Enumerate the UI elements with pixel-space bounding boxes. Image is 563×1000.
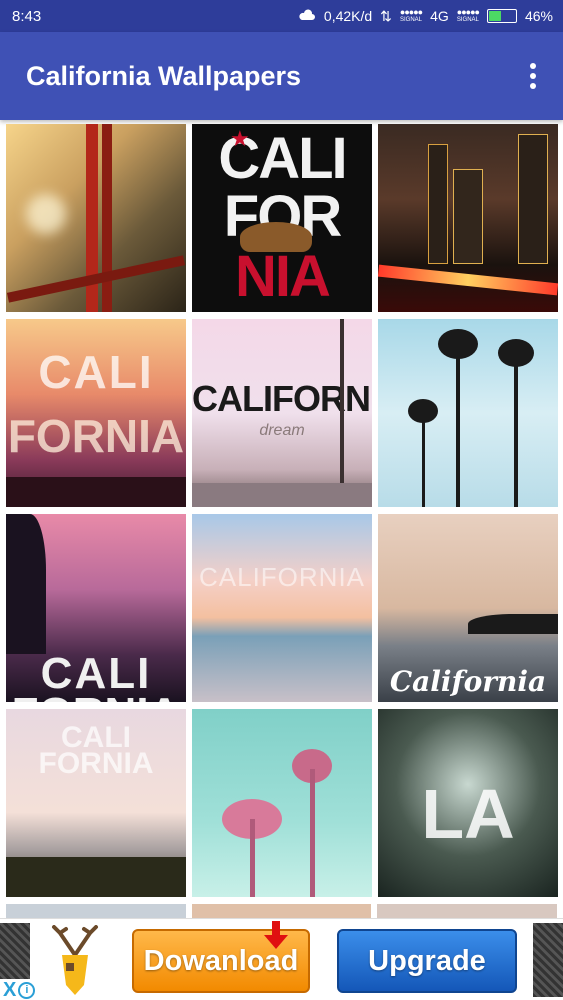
wallpaper-tile-cali-fornia-sunset-palms[interactable]: CALI FORNIA <box>6 319 186 507</box>
wallpaper-tile-la-palm-leaves[interactable]: LA <box>378 709 558 897</box>
grid-next-row-partial <box>6 904 558 918</box>
wallpaper-tile-partial[interactable] <box>6 904 186 918</box>
tile-text-fornia: FORNIA <box>6 692 186 703</box>
status-time: 8:43 <box>12 7 42 25</box>
skyscraper <box>453 169 483 264</box>
light-flare <box>26 194 66 234</box>
tile-text-fornia: FORNIA <box>38 747 154 780</box>
data-transfer-icon: ⇅ <box>380 7 392 24</box>
coastline <box>468 614 558 634</box>
traffic-light-trails <box>378 264 558 296</box>
status-icons: 0,42K/d ⇅ ●●●●● SIGNAL 4G ●●●●● SIGNAL 46% <box>298 8 553 25</box>
ad-banner: Dowanload Upgrade X i <box>0 918 563 1000</box>
skyscraper <box>518 134 548 264</box>
palm-trunk <box>310 769 315 897</box>
palm-trunk <box>422 415 425 507</box>
wallpaper-tile-cali-fornia-purple-palms[interactable]: CALI FORNIA <box>6 514 186 702</box>
bridge-tower-shadow <box>102 124 112 312</box>
app-bar: California Wallpapers <box>0 32 563 120</box>
arrow-down-icon <box>264 921 288 949</box>
tile-text-nia: NIA <box>235 244 331 309</box>
wallpaper-tile-partial[interactable] <box>377 904 558 918</box>
ad-border-right <box>533 923 563 997</box>
palm-silhouettes <box>6 514 46 654</box>
tile-text-california: CALIFORNIA <box>192 378 372 419</box>
wallpaper-tile-california-beach-pastel[interactable]: CALIFORNIA <box>192 514 372 702</box>
signal-strength-1-icon: ●●●●● SIGNAL <box>399 7 423 24</box>
palm-trunk <box>456 349 460 507</box>
signal-strength-2-icon: ●●●●● SIGNAL <box>456 7 480 24</box>
wallpaper-tile-golden-gate-bridge[interactable] <box>6 124 186 312</box>
street <box>192 483 372 507</box>
upgrade-button[interactable]: Upgrade <box>337 929 517 993</box>
wallpaper-tile-california-dream-street[interactable]: CALIFORNIA dream <box>192 319 372 507</box>
status-bar: 8:43 0,42K/d ⇅ ●●●●● SIGNAL 4G ●●●●● SIGNA… <box>0 0 563 32</box>
palm-silhouettes <box>6 857 186 897</box>
tile-text-cali: CALI <box>218 126 347 191</box>
battery-fill <box>488 11 501 21</box>
more-vert-icon[interactable] <box>521 61 545 91</box>
palm-silhouettes <box>6 477 186 507</box>
skyscraper <box>428 144 448 264</box>
star-icon: ★ <box>230 126 250 151</box>
wallpaper-tile-los-angeles-night-skyline[interactable] <box>378 124 558 312</box>
deer-logo-icon[interactable] <box>40 925 110 997</box>
wallpaper-grid: CALI FOR NIA ★ CALI FORNIA CALIFORNIA dr… <box>6 124 558 897</box>
tile-text-fornia: FORNIA <box>7 410 185 462</box>
network-type: 4G <box>430 8 449 24</box>
tile-text-california: CALIFORNIA <box>198 562 366 592</box>
tile-text-cali: CALI <box>38 346 154 398</box>
network-speed: 0,42K/d <box>323 8 373 24</box>
palm-trunk <box>250 819 255 897</box>
ad-close-icon[interactable]: X <box>3 979 16 1000</box>
wallpaper-tile-pink-palms-teal-sky[interactable] <box>192 709 372 897</box>
wallpaper-tile-california-coast-script[interactable]: California <box>378 514 558 702</box>
wallpaper-tile-cali-for-nia-flag[interactable]: CALI FOR NIA ★ <box>192 124 372 312</box>
wallpaper-tile-partial[interactable] <box>191 904 372 918</box>
battery-icon <box>486 9 517 23</box>
wallpaper-tile-cali-fornia-beach-palms[interactable]: CALI FORNIA <box>6 709 186 897</box>
wallpaper-tile-palm-trees-blue-sky[interactable] <box>378 319 558 507</box>
ad-info-icon[interactable]: i <box>18 981 36 999</box>
palm-trunk <box>514 359 518 507</box>
battery-percent: 46% <box>524 8 553 24</box>
tile-text-dream: dream <box>259 422 305 439</box>
ad-choices: X i <box>0 979 39 1000</box>
palm-trunk <box>340 319 344 507</box>
app-title: California Wallpapers <box>26 60 302 91</box>
tile-text-california-script: California <box>389 665 547 698</box>
tile-text-la: LA <box>421 775 515 853</box>
cloud-sync-icon <box>298 8 316 25</box>
